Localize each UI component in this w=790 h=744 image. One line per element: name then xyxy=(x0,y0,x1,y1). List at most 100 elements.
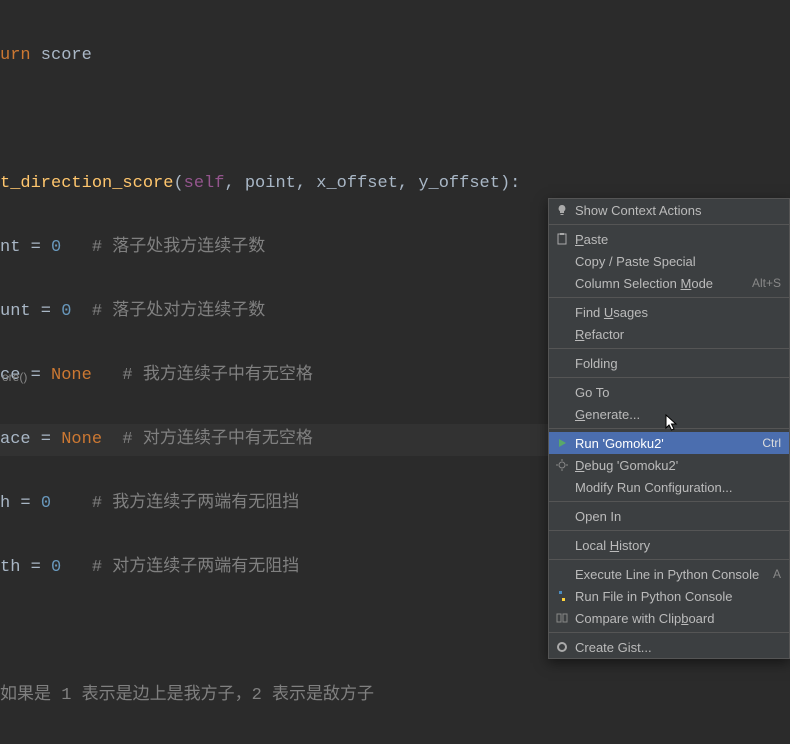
context-menu: Show Context Actions Paste Copy / Paste … xyxy=(548,198,790,659)
menu-separator xyxy=(549,632,789,633)
code-text: x_offset xyxy=(316,174,398,193)
menu-compare-clipboard[interactable]: Compare with Clipboard xyxy=(549,607,789,629)
menu-shortcut: A xyxy=(773,567,781,581)
code-text: ( xyxy=(173,174,183,193)
menu-copy-paste-special[interactable]: Copy / Paste Special xyxy=(549,250,789,272)
empty-icon xyxy=(553,508,571,524)
menu-label: Run 'Gomoku2' xyxy=(575,436,754,451)
code-text: # 落子处我方连续子数 xyxy=(61,238,265,257)
menu-separator xyxy=(549,377,789,378)
menu-shortcut: Ctrl xyxy=(762,436,781,450)
code-text: # 落子处对方连续子数 xyxy=(71,302,265,321)
code-text: point xyxy=(245,174,296,193)
menu-folding[interactable]: Folding xyxy=(549,352,789,374)
menu-paste[interactable]: Paste xyxy=(549,228,789,250)
code-text: self xyxy=(184,174,225,193)
menu-open-in[interactable]: Open In xyxy=(549,505,789,527)
menu-modify-run-config[interactable]: Modify Run Configuration... xyxy=(549,476,789,498)
code-text: 0 xyxy=(51,238,61,257)
code-text: 0 xyxy=(51,558,61,577)
menu-label: Open In xyxy=(575,509,781,524)
menu-create-gist[interactable]: Create Gist... xyxy=(549,636,789,658)
menu-label: Find Usages xyxy=(575,305,781,320)
menu-goto[interactable]: Go To xyxy=(549,381,789,403)
empty-icon xyxy=(553,479,571,495)
menu-separator xyxy=(549,501,789,502)
menu-label: Execute Line in Python Console xyxy=(575,567,765,582)
code-text: 表示是敌方子 xyxy=(262,686,374,705)
empty-icon xyxy=(553,537,571,553)
menu-find-usages[interactable]: Find Usages xyxy=(549,301,789,323)
empty-icon xyxy=(553,275,571,291)
debug-icon xyxy=(553,457,571,473)
menu-label: Go To xyxy=(575,385,781,400)
code-text: 表示是边上是我方子， xyxy=(71,686,251,705)
code-text: , xyxy=(224,174,244,193)
menu-separator xyxy=(549,348,789,349)
compare-icon xyxy=(553,610,571,626)
empty-icon xyxy=(553,326,571,342)
code-text: None xyxy=(51,366,92,385)
code-text: th = xyxy=(0,558,51,577)
code-text: ): xyxy=(500,174,520,193)
code-text: , xyxy=(296,174,316,193)
menu-debug[interactable]: Debug 'Gomoku2' xyxy=(549,454,789,476)
empty-icon xyxy=(553,406,571,422)
menu-label: Copy / Paste Special xyxy=(575,254,781,269)
menu-label: Debug 'Gomoku2' xyxy=(575,458,781,473)
code-text: t_direction_score xyxy=(0,174,173,193)
menu-generate[interactable]: Generate... xyxy=(549,403,789,425)
code-text: h = xyxy=(0,494,41,513)
menu-label: Folding xyxy=(575,356,781,371)
code-text: ace = xyxy=(0,430,61,449)
menu-label: Show Context Actions xyxy=(575,203,781,218)
menu-label: Local History xyxy=(575,538,781,553)
code-text: # 对方连续子两端有无阻挡 xyxy=(61,558,299,577)
bulb-icon xyxy=(553,202,571,218)
breadcrumb[interactable]: ore() xyxy=(0,370,27,384)
menu-local-history[interactable]: Local History xyxy=(549,534,789,556)
code-text: 0 xyxy=(61,302,71,321)
empty-icon xyxy=(553,355,571,371)
empty-icon xyxy=(553,384,571,400)
code-text: 0 xyxy=(41,494,51,513)
code-text: # 对方连续子中有无空格 xyxy=(102,430,313,449)
run-icon xyxy=(553,435,571,451)
code-text: None xyxy=(61,430,102,449)
python-icon xyxy=(553,588,571,604)
menu-run[interactable]: Run 'Gomoku2' Ctrl xyxy=(549,432,789,454)
menu-separator xyxy=(549,428,789,429)
code-text: # 我方连续子两端有无阻挡 xyxy=(51,494,299,513)
menu-refactor[interactable]: Refactor xyxy=(549,323,789,345)
code-text: 2 xyxy=(252,686,262,705)
menu-separator xyxy=(549,559,789,560)
empty-icon xyxy=(553,304,571,320)
empty-icon xyxy=(553,253,571,269)
github-icon xyxy=(553,639,571,655)
code-text: y_offset xyxy=(418,174,500,193)
menu-label: Modify Run Configuration... xyxy=(575,480,781,495)
code-text: urn xyxy=(0,46,31,65)
clipboard-icon xyxy=(553,231,571,247)
code-text: 如果是 xyxy=(0,686,61,705)
menu-label: Paste xyxy=(575,232,781,247)
menu-column-selection[interactable]: Column Selection Mode Alt+S xyxy=(549,272,789,294)
menu-separator xyxy=(549,530,789,531)
menu-label: Column Selection Mode xyxy=(575,276,744,291)
code-text: score xyxy=(31,46,92,65)
code-text: , xyxy=(398,174,418,193)
menu-separator xyxy=(549,297,789,298)
menu-shortcut: Alt+S xyxy=(752,276,781,290)
menu-label: Run File in Python Console xyxy=(575,589,781,604)
menu-execute-line[interactable]: Execute Line in Python Console A xyxy=(549,563,789,585)
menu-label: Refactor xyxy=(575,327,781,342)
code-text: unt = xyxy=(0,302,61,321)
menu-separator xyxy=(549,224,789,225)
menu-label: Generate... xyxy=(575,407,781,422)
empty-icon xyxy=(553,566,571,582)
menu-label: Compare with Clipboard xyxy=(575,611,781,626)
code-text: nt = xyxy=(0,238,51,257)
menu-run-file[interactable]: Run File in Python Console xyxy=(549,585,789,607)
menu-label: Create Gist... xyxy=(575,640,781,655)
menu-context-actions[interactable]: Show Context Actions xyxy=(549,199,789,221)
